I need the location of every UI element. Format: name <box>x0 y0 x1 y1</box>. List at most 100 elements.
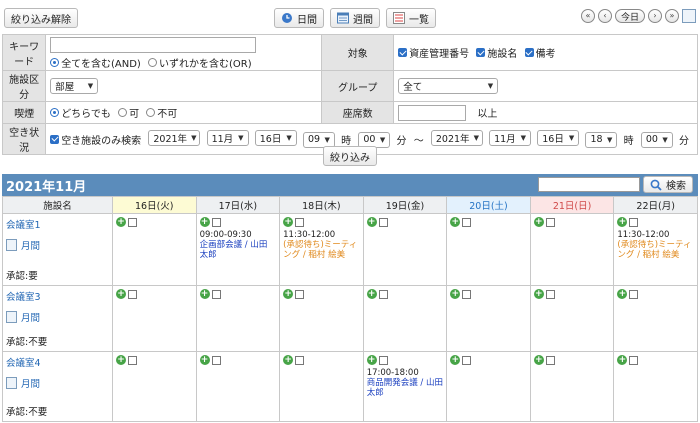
reset-filter-button[interactable]: 絞り込み解除 <box>4 8 78 28</box>
select-checkbox[interactable] <box>462 289 472 299</box>
add-reservation-icon[interactable]: + <box>617 355 628 365</box>
select-checkbox[interactable] <box>211 355 221 365</box>
add-reservation-icon[interactable]: + <box>450 217 461 227</box>
monthly-view-link[interactable]: 月間 <box>6 238 109 252</box>
add-reservation-icon[interactable]: + <box>617 217 628 227</box>
select-checkbox[interactable] <box>211 217 221 227</box>
list-view-button[interactable]: 一覧 <box>386 8 436 28</box>
from-month-select[interactable]: 11月 ▼ <box>206 130 249 147</box>
filter-button[interactable]: 絞り込み <box>323 146 377 166</box>
event-link[interactable]: 商品開発会議 / 山田 太郎 <box>367 378 444 398</box>
keyword-and-radio[interactable] <box>50 58 60 67</box>
facility-type-select[interactable]: 部屋 ▼ <box>50 78 99 94</box>
day-cell: + <box>195 351 281 422</box>
select-checkbox[interactable] <box>462 217 472 227</box>
select-checkbox[interactable] <box>295 355 305 365</box>
from-day-select[interactable]: 16日 ▼ <box>254 130 297 147</box>
daily-view-button[interactable]: 日間 <box>274 8 324 28</box>
select-checkbox[interactable] <box>128 355 137 365</box>
daily-view-label: 日間 <box>297 14 317 26</box>
keyword-label: キーワード <box>1 34 47 71</box>
calendar-search-input[interactable] <box>538 177 640 192</box>
add-reservation-icon[interactable]: + <box>199 355 210 365</box>
select-checkbox[interactable] <box>545 217 555 227</box>
chevron-down-icon: ▼ <box>238 134 244 143</box>
availability-checkbox[interactable] <box>50 134 60 144</box>
to-hour-select[interactable]: 18 ▼ <box>585 131 618 148</box>
add-reservation-icon[interactable]: + <box>450 355 461 365</box>
add-reservation-icon[interactable]: + <box>533 289 544 299</box>
keyword-or-radio[interactable] <box>148 58 157 67</box>
facility-row: 会議室1 月間 承認:要 + +09:00-09:30 企画部会議 / 山田 太郎 +11:… <box>2 213 698 286</box>
add-reservation-icon[interactable]: + <box>533 217 544 227</box>
select-checkbox[interactable] <box>545 355 555 365</box>
facility-name-link[interactable]: 会議室4 <box>6 355 109 369</box>
availability-label: 空き状況 <box>1 123 47 155</box>
to-month-select[interactable]: 11月 ▼ <box>489 130 532 147</box>
select-checkbox[interactable] <box>545 289 555 299</box>
add-reservation-icon[interactable]: + <box>366 289 377 299</box>
chevron-down-icon: ▼ <box>87 82 94 90</box>
calendar-search-button[interactable]: 検索 <box>643 176 693 193</box>
add-reservation-icon[interactable]: + <box>199 217 210 227</box>
seats-input[interactable] <box>398 104 467 121</box>
select-checkbox[interactable] <box>629 217 639 227</box>
next-week-icon[interactable]: » <box>665 9 679 23</box>
select-checkbox[interactable] <box>462 355 472 365</box>
select-checkbox[interactable] <box>211 289 221 299</box>
facility-name-link[interactable]: 会議室1 <box>6 217 109 231</box>
add-reservation-icon[interactable]: + <box>283 217 294 227</box>
select-checkbox[interactable] <box>295 289 305 299</box>
to-minute-select[interactable]: 00 ▼ <box>640 131 673 148</box>
facility-name-link[interactable]: 会議室3 <box>6 289 109 303</box>
add-reservation-icon[interactable]: + <box>116 217 126 227</box>
calendar-picker-icon[interactable] <box>682 9 696 23</box>
facility-cell: 会議室3 月間 承認:不要 <box>2 285 113 352</box>
event-time: 09:00-09:30 <box>199 230 252 240</box>
prev-week-icon[interactable]: « <box>580 9 595 23</box>
event-link[interactable]: 企画部会議 / 山田 太郎 <box>200 240 277 260</box>
target-asset-checkbox[interactable] <box>398 48 408 57</box>
keyword-input[interactable] <box>50 37 257 53</box>
cell-controls: + <box>283 217 360 227</box>
smoking-no-radio[interactable] <box>146 108 156 117</box>
group-select[interactable]: 全て ▼ <box>398 78 499 94</box>
select-checkbox[interactable] <box>378 289 388 299</box>
add-reservation-icon[interactable]: + <box>366 355 377 365</box>
select-checkbox[interactable] <box>128 217 137 227</box>
chevron-down-icon: ▼ <box>191 134 197 143</box>
weekly-view-button[interactable]: 週間 <box>330 8 380 28</box>
select-checkbox[interactable] <box>629 289 639 299</box>
target-name-checkbox[interactable] <box>476 48 486 57</box>
prev-day-icon[interactable]: ‹ <box>597 9 612 23</box>
add-reservation-icon[interactable]: + <box>533 355 544 365</box>
add-reservation-icon[interactable]: + <box>199 289 210 299</box>
day-cell: + <box>529 285 615 352</box>
select-checkbox[interactable] <box>378 355 388 365</box>
select-checkbox[interactable] <box>295 217 305 227</box>
select-checkbox[interactable] <box>629 355 639 365</box>
today-button[interactable]: 今日 <box>614 9 645 23</box>
target-note-checkbox[interactable] <box>524 48 534 57</box>
add-reservation-icon[interactable]: + <box>617 289 628 299</box>
add-reservation-icon[interactable]: + <box>450 289 461 299</box>
from-year-select[interactable]: 2021年 ▼ <box>148 130 201 147</box>
add-reservation-icon[interactable]: + <box>116 289 126 299</box>
to-day-select[interactable]: 16日 ▼ <box>537 130 580 147</box>
smoking-any-radio[interactable] <box>50 108 60 117</box>
select-checkbox[interactable] <box>128 289 137 299</box>
day-cell: + <box>613 351 698 422</box>
event-link[interactable]: (承認待ち)ミーティング / 稲村 絵美 <box>283 240 360 260</box>
add-reservation-icon[interactable]: + <box>366 217 377 227</box>
monthly-view-link[interactable]: 月間 <box>6 376 109 390</box>
to-year-select[interactable]: 2021年 ▼ <box>430 130 483 147</box>
select-checkbox[interactable] <box>378 217 388 227</box>
add-reservation-icon[interactable]: + <box>283 289 294 299</box>
from-month-value: 11月 <box>211 134 234 146</box>
monthly-view-link[interactable]: 月間 <box>6 310 109 324</box>
smoking-yes-radio[interactable] <box>118 108 128 117</box>
next-day-icon[interactable]: › <box>648 9 662 23</box>
add-reservation-icon[interactable]: + <box>116 355 126 365</box>
event-link[interactable]: (承認待ち)ミーティング / 稲村 絵美 <box>617 240 694 260</box>
add-reservation-icon[interactable]: + <box>283 355 294 365</box>
